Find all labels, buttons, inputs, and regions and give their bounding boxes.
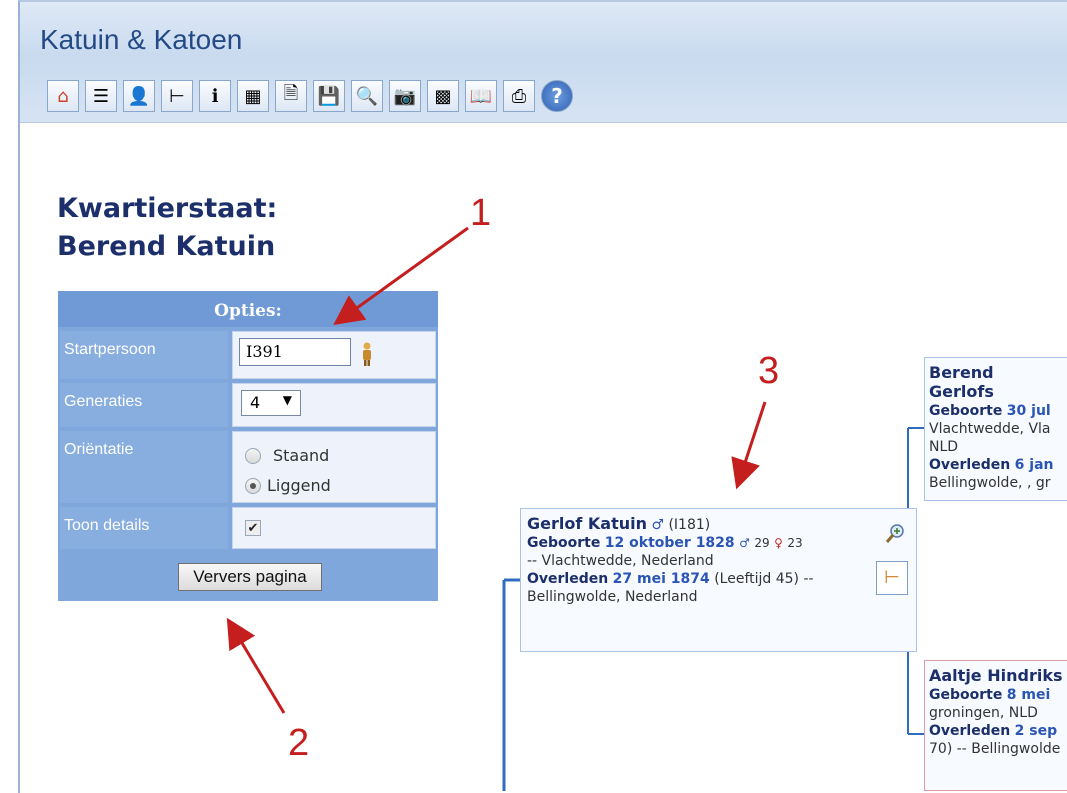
death-label: Overleden [527,571,609,587]
father-age: 29 [754,536,770,550]
annotation-1: 1 [470,192,492,234]
person-card-center[interactable]: Gerlof Katuin ♂ (I181) Geboorte 12 oktob… [520,508,917,652]
mother-birth-date: 8 mei [1006,687,1051,703]
father-country: NLD [929,439,959,455]
family-tree-icon[interactable]: ⊢ [876,561,908,595]
death-place: Bellingwolde, Nederland [527,589,698,605]
person-card-mother[interactable]: Aaltje Hindriks Geboorte 8 mei groningen… [924,660,1067,791]
mother-birth-label: Geboorte [929,687,1003,703]
death-date: 27 mei 1874 [612,571,710,587]
annotation-arrows [226,226,924,791]
mother-death-date: 2 sep [1014,723,1058,739]
arrow-3 [731,401,767,490]
father-age-icon: ♂ [739,536,750,550]
father-birth-label: Geboorte [929,403,1003,419]
zoom-icon[interactable] [884,523,906,545]
person-id: (I181) [668,517,711,533]
father-name[interactable]: Berend Gerlofs [929,363,994,401]
mother-death-place: 70) -- Bellingwolde [929,741,1061,757]
arrow-2 [226,617,286,714]
mother-name[interactable]: Aaltje Hindriks [929,666,1062,685]
annotation-2: 2 [288,722,310,764]
male-icon: ♂ [651,517,665,533]
father-death-place: Bellingwolde, , gr [929,475,1051,491]
birth-place: -- Vlachtwedde, Nederland [527,553,714,569]
arrow-1 [333,226,469,326]
birth-label: Geboorte [527,535,601,551]
mother-age: 23 [787,536,803,550]
person-card-father[interactable]: Berend Gerlofs Geboorte 30 jul Vlachtwed… [924,357,1067,501]
birth-date: 12 oktober 1828 [604,535,735,551]
age-text: (Leeftijd 45) -- [714,571,814,587]
father-birth-date: 30 jul [1006,403,1051,419]
father-death-date: 6 jan [1014,457,1054,473]
mother-death-label: Overleden [929,723,1011,739]
father-birth-place: Vlachtwedde, Vla [929,421,1051,437]
mother-age-icon: ♀ [774,536,783,550]
mother-birth-place: groningen, NLD [929,705,1038,721]
father-death-label: Overleden [929,457,1011,473]
annotation-3: 3 [758,350,780,392]
person-name[interactable]: Gerlof Katuin [527,514,647,533]
